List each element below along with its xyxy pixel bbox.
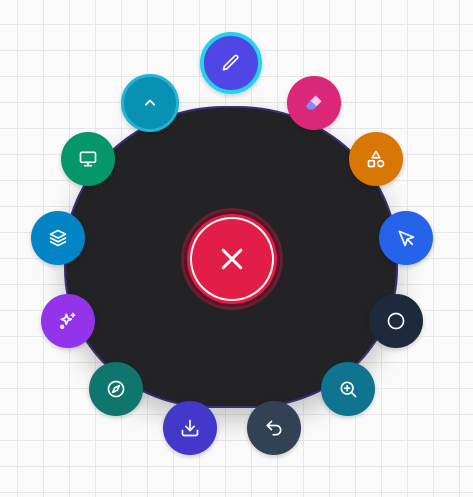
circle-tool-button[interactable] [369, 294, 423, 348]
close-icon [217, 244, 247, 274]
navigate-button[interactable] [89, 362, 143, 416]
sparkles-icon [58, 311, 78, 331]
zoom-in-button[interactable] [321, 362, 375, 416]
eraser-tool-button[interactable] [287, 76, 341, 130]
pencil-icon [221, 53, 241, 73]
select-tool-button[interactable] [379, 211, 433, 265]
layers-icon [48, 228, 68, 248]
download-icon [180, 418, 200, 438]
zoom-in-icon [338, 379, 358, 399]
download-button[interactable] [163, 401, 217, 455]
undo-button[interactable] [247, 401, 301, 455]
layers-button[interactable] [31, 211, 85, 265]
shapes-icon [366, 149, 386, 169]
eraser-icon [304, 93, 324, 113]
shapes-tool-button[interactable] [349, 132, 403, 186]
pen-tool-button[interactable] [200, 32, 262, 94]
compass-icon [106, 379, 126, 399]
present-button[interactable] [61, 132, 115, 186]
effects-button[interactable] [41, 294, 95, 348]
chevron-up-icon [140, 93, 160, 113]
undo-icon [264, 418, 284, 438]
monitor-icon [78, 149, 98, 169]
circle-icon [386, 311, 406, 331]
collapse-menu-button[interactable] [121, 74, 179, 132]
close-menu-button[interactable] [184, 211, 280, 307]
cursor-pointer-icon [396, 228, 416, 248]
